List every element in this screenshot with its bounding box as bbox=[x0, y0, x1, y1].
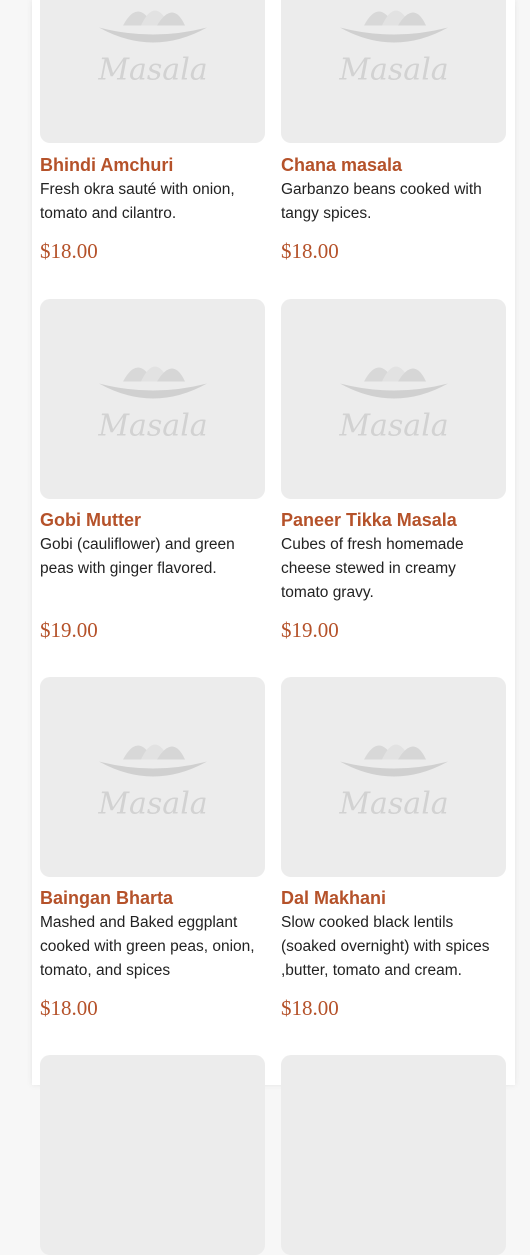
item-price: $19.00 bbox=[40, 618, 98, 642]
masala-logo-icon: Masala bbox=[338, 744, 448, 822]
item-price: $19.00 bbox=[281, 618, 339, 642]
menu-item-card[interactable]: Masala Baingan Bharta Mashed and Baked e… bbox=[40, 677, 266, 1020]
item-description: Mashed and Baked eggplant cooked with gr… bbox=[40, 914, 255, 979]
menu-item-card[interactable]: Masala Dal Makhani Slow cooked black len… bbox=[281, 677, 507, 1020]
menu-item-image[interactable]: Masala bbox=[281, 0, 506, 143]
item-name[interactable]: Paneer Tikka Masala bbox=[281, 510, 457, 531]
item-price: $18.00 bbox=[281, 239, 339, 263]
menu-item-image[interactable]: Masala bbox=[281, 677, 506, 877]
menu-item-card[interactable]: Masala Bhindi Amchuri Fresh okra sauté w… bbox=[40, 0, 266, 263]
item-name[interactable]: Baingan Bharta bbox=[40, 888, 173, 909]
masala-logo-icon: Masala bbox=[97, 744, 207, 822]
menu-item-image[interactable]: Masala bbox=[281, 299, 506, 499]
item-description: Gobi (cauliflower) and green peas with g… bbox=[40, 536, 235, 577]
masala-logo-icon: Masala bbox=[97, 366, 207, 444]
menu-item-card[interactable]: Masala Chana masala Garbanzo beans cooke… bbox=[281, 0, 507, 263]
svg-text:Masala: Masala bbox=[97, 53, 207, 88]
menu-item-image[interactable]: Masala bbox=[40, 677, 265, 877]
item-price: $18.00 bbox=[281, 996, 339, 1020]
masala-logo-icon: Masala bbox=[338, 10, 448, 88]
menu-item-image[interactable] bbox=[40, 1055, 265, 1255]
menu-item-image[interactable] bbox=[281, 1055, 506, 1255]
svg-text:Masala: Masala bbox=[338, 53, 448, 88]
item-description: Fresh okra sauté with onion, tomato and … bbox=[40, 181, 235, 222]
menu-item-image[interactable]: Masala bbox=[40, 299, 265, 499]
menu-panel: Masala Bhindi Amchuri Fresh okra sauté w… bbox=[32, 0, 515, 1255]
menu-item-image[interactable]: Masala bbox=[40, 0, 265, 143]
item-name[interactable]: Gobi Mutter bbox=[40, 510, 141, 531]
svg-text:Masala: Masala bbox=[97, 409, 207, 444]
menu-item-card[interactable]: Masala Paneer Tikka Masala Cubes of fres… bbox=[281, 299, 507, 642]
masala-logo-icon: Masala bbox=[338, 366, 448, 444]
item-price: $18.00 bbox=[40, 996, 98, 1020]
item-description: Cubes of fresh homemade cheese stewed in… bbox=[281, 536, 464, 601]
item-name[interactable]: Chana masala bbox=[281, 155, 402, 176]
item-description: Garbanzo beans cooked with tangy spices. bbox=[281, 181, 482, 222]
masala-logo-icon: Masala bbox=[97, 10, 207, 88]
item-name[interactable]: Dal Makhani bbox=[281, 888, 386, 909]
item-description: Slow cooked black lentils (soaked overni… bbox=[281, 914, 490, 979]
svg-text:Masala: Masala bbox=[338, 409, 448, 444]
menu-item-card[interactable] bbox=[40, 1055, 266, 1255]
menu-item-card[interactable] bbox=[281, 1055, 507, 1255]
item-price: $18.00 bbox=[40, 239, 98, 263]
item-name[interactable]: Bhindi Amchuri bbox=[40, 155, 173, 176]
svg-text:Masala: Masala bbox=[338, 787, 448, 822]
svg-text:Masala: Masala bbox=[97, 787, 207, 822]
menu-item-card[interactable]: Masala Gobi Mutter Gobi (cauliflower) an… bbox=[40, 299, 266, 642]
